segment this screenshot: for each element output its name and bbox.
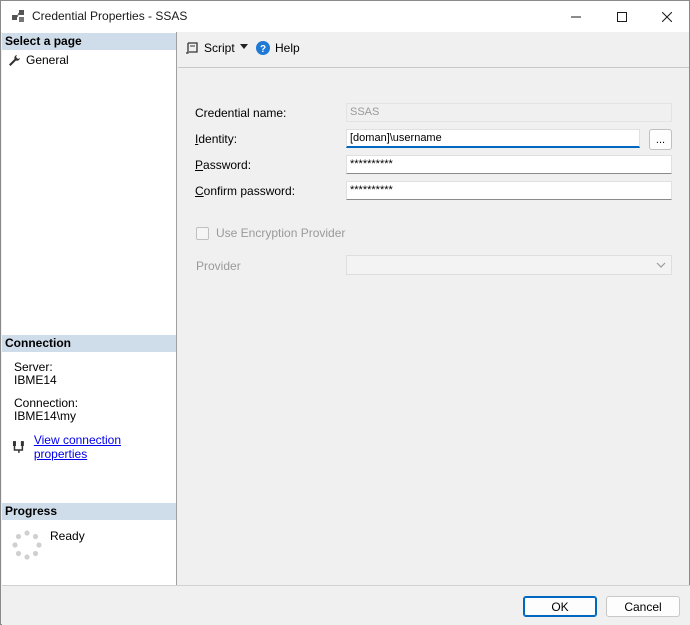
identity-label: Identity: [195,132,238,146]
chevron-down-icon [656,262,666,268]
minimize-icon [571,16,581,17]
help-icon: ? [256,41,270,55]
script-icon [186,42,198,54]
progress-header: Progress [2,503,176,520]
provider-label: Provider [196,259,241,273]
help-button[interactable]: ? Help [256,41,300,55]
view-connection-properties-link[interactable]: View connection properties [34,433,176,461]
dialog-buttons: OK Cancel [2,585,690,625]
script-button[interactable]: Script [185,41,235,55]
close-icon [662,11,672,22]
close-button[interactable] [644,1,690,32]
view-connection-row: View connection properties [12,433,176,461]
use-encryption-provider-label: Use Encryption Provider [216,226,346,240]
browse-identity-button[interactable]: ... [649,129,672,150]
credential-name-field: SSAS [346,103,672,122]
password-field[interactable]: ********** [346,155,672,174]
password-label: Password: [195,158,252,172]
connection-value: IBME14\my [14,409,77,423]
svg-text:?: ? [260,44,266,55]
connection-header: Connection [2,335,176,352]
help-label: Help [275,41,300,55]
maximize-button[interactable] [599,1,645,32]
server-value: IBME14 [14,373,57,387]
select-page-header: Select a page [2,33,176,50]
page-item-label: General [26,53,69,67]
connection-properties-icon [12,441,24,453]
maximize-icon [617,11,627,22]
progress-status: Ready [50,529,85,543]
confirm-password-label: Confirm password: [195,184,296,198]
title-bar: Credential Properties - SSAS [1,1,689,32]
credential-icon [12,10,24,22]
use-encryption-provider-checkbox-row: Use Encryption Provider [196,226,345,240]
general-page: Credential name: SSAS Identity: [doman]\… [178,69,689,585]
progress-spinner-icon [12,530,42,560]
provider-select [346,255,672,275]
left-pane: Select a page General Connection Server:… [2,32,177,585]
confirm-password-field[interactable]: ********** [346,181,672,200]
ok-button[interactable]: OK [523,596,597,617]
window-title: Credential Properties - SSAS [32,9,188,23]
script-dropdown-icon[interactable] [240,44,248,49]
toolbar: Script ? Help [178,32,689,68]
minimize-button[interactable] [553,1,599,32]
page-item-general[interactable]: General [8,52,69,68]
script-label: Script [204,41,235,55]
use-encryption-provider-checkbox [196,226,209,240]
identity-field[interactable]: [doman]\username [346,129,640,148]
credential-name-label: Credential name: [195,106,287,120]
wrench-icon [9,54,20,66]
cancel-button[interactable]: Cancel [606,596,680,617]
credential-properties-window: Credential Properties - SSAS Select a pa… [0,0,690,625]
